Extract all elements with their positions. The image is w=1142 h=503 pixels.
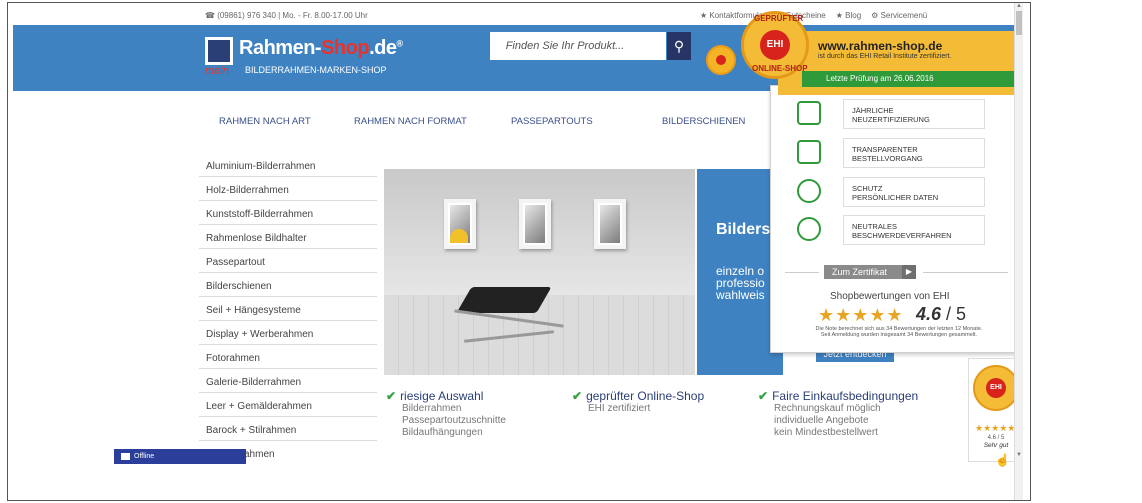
category-sidebar: Aluminium-Bilderrahmen Holz-Bilderrahmen… (199, 153, 377, 441)
ehi-header: www.rahmen-shop.de ist durch das EHI Ret… (778, 31, 1023, 95)
hand-cursor-icon: ☝ (995, 453, 1010, 467)
check-icon: ✔ (758, 389, 769, 403)
sidebar-item[interactable]: Aluminium-Bilderrahmen (199, 153, 377, 177)
phone-hours: ☎ (09861) 976 340 | Mo. - Fr. 8.00-17.00… (205, 11, 368, 20)
sidebar-item[interactable]: Bilderschienen (199, 273, 377, 297)
nav-frames-by-format[interactable]: RAHMEN NACH FORMAT (354, 116, 467, 127)
feature-certified: ✔ geprüfter Online-Shop EHI zertifiziert (572, 389, 705, 414)
page-scrollbar[interactable]: ▲ ▼ (1014, 3, 1023, 500)
ehi-item-data-protection: SCHUTZ PERSÖNLICHER DATEN (797, 177, 1002, 207)
lounge-chair (444, 277, 564, 347)
chat-status: Offline (134, 453, 155, 460)
chat-bubble-icon (797, 217, 821, 241)
rating-stars: ★★★★★ (818, 305, 904, 325)
nav-mats[interactable]: PASSEPARTOUTS (511, 116, 593, 127)
sidebar-item[interactable]: Rahmenlose Bildhalter (199, 225, 377, 249)
ehi-rating-title: Shopbewertungen von EHI (830, 291, 950, 302)
logo-wordmark: Rahmen-Shop.de® (239, 37, 403, 59)
sidebar-item-partial[interactable]: ahmen (244, 449, 275, 460)
document-icon (797, 179, 821, 203)
framed-picture (444, 199, 476, 249)
ehi-seal-icon[interactable]: GEPRÜFTER EHI ONLINE-SHOP (741, 11, 809, 79)
frame-logo-icon (205, 37, 233, 65)
rating-score: 4.6 / 5 (916, 304, 967, 324)
link-service-menu[interactable]: ⚙ Servicemenü (871, 11, 927, 20)
sidebar-item[interactable]: Display + Werberahmen (199, 321, 377, 345)
ehi-shop-url: www.rahmen-shop.de (818, 39, 943, 53)
hero-text: einzeln o professio wahlweis (716, 264, 765, 302)
search-icon: ⚲ (673, 38, 685, 54)
sidebar-item[interactable]: Passepartout (199, 249, 377, 273)
ehi-cert-text: ist durch das EHI Retail Institute zerti… (818, 53, 952, 60)
site-logo[interactable]: Rahmen-Shop.de® mein BILDERRAHMEN-MARKEN… (205, 31, 415, 87)
feature-fair-terms: ✔ Faire Einkaufsbedingungen Rechnungskauf… (758, 389, 919, 438)
to-certificate-button[interactable]: Zum Zertifikat ▶ (824, 265, 916, 279)
scroll-down-icon[interactable]: ▼ (1016, 452, 1022, 458)
webpage: ☎ (09861) 976 340 | Mo. - Fr. 8.00-17.00… (13, 3, 1023, 500)
ehi-badge-small-icon[interactable] (706, 45, 736, 75)
check-icon: ✔ (572, 389, 583, 403)
scroll-up-icon[interactable]: ▲ (1016, 3, 1022, 9)
top-info-bar: ☎ (09861) 976 340 | Mo. - Fr. 8.00-17.00… (13, 3, 1023, 27)
sidebar-item[interactable]: Fotorahmen (199, 345, 377, 369)
logo-mein: mein (205, 65, 229, 77)
nav-picture-rails[interactable]: BILDERSCHIENEN (662, 116, 745, 127)
sidebar-item[interactable]: Holz-Bilderrahmen (199, 177, 377, 201)
sidebar-item[interactable]: Kunststoff-Bilderrahmen (199, 201, 377, 225)
mail-icon (121, 453, 130, 460)
framed-picture (594, 199, 626, 249)
main-nav: RAHMEN NACH ART RAHMEN NACH FORMAT PASSE… (199, 100, 779, 136)
top-links: ★ Kontaktformular ★ Gutscheine ★ Blog ⚙ … (700, 11, 927, 20)
check-icon: ✔ (386, 389, 397, 403)
ehi-last-check: Letzte Prüfung am 26.06.2016 (802, 71, 1023, 87)
chat-widget[interactable]: Offline (114, 449, 246, 464)
ehi-item-complaints: NEUTRALES BESCHWERDEVERFAHREN (797, 215, 1002, 245)
search-input[interactable]: Finden Sie Ihr Produkt... (490, 32, 666, 60)
ehi-item-annual-recert: JÄHRLICHE NEUZERTIFIZIERUNG (797, 99, 1002, 129)
ehi-item-transparent-order: TRANSPARENTER BESTELLVORGANG (797, 138, 1002, 168)
sidebar-item[interactable]: Leer + Gemälderahmen (199, 393, 377, 417)
framed-picture (519, 199, 551, 249)
play-arrow-icon: ▶ (902, 265, 916, 279)
sidebar-item[interactable]: Barock + Stilrahmen (199, 417, 377, 441)
search-button[interactable]: ⚲ (667, 32, 691, 60)
rating-note: Die Note berechnet sich aus 34 Bewertung… (815, 326, 983, 338)
sidebar-item[interactable]: Seil + Hängesysteme (199, 297, 377, 321)
shopping-bag-check-icon (797, 140, 821, 164)
sidebar-item[interactable]: Galerie-Bilderrahmen (199, 369, 377, 393)
link-blog[interactable]: ★ Blog (836, 11, 861, 20)
logo-tagline: BILDERRAHMEN-MARKEN-SHOP (245, 65, 387, 75)
hero-image[interactable] (384, 169, 695, 375)
badge-stars: ★★★★★ (975, 423, 1016, 433)
hero-title: Bilders (716, 221, 771, 238)
calendar-check-icon (797, 101, 821, 125)
scroll-thumb[interactable] (1016, 11, 1022, 35)
nav-frames-by-type[interactable]: RAHMEN NACH ART (219, 116, 311, 127)
feature-selection: ✔ riesige Auswahl Bilderrahmen Passepartou… (386, 389, 506, 438)
browser-viewport: ☎ (09861) 976 340 | Mo. - Fr. 8.00-17.00… (7, 2, 1031, 501)
ehi-seal-small-icon: EHI (973, 365, 1019, 411)
